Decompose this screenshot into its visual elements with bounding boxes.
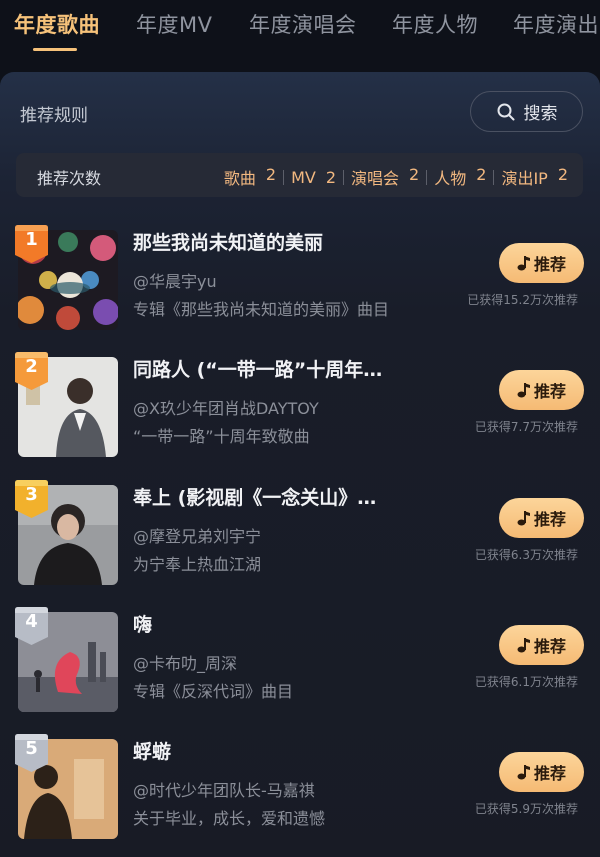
tab-annual-mv[interactable]: 年度MV — [136, 9, 212, 39]
recommend-rules-link[interactable]: 推荐规则 — [20, 101, 88, 126]
tab-annual-shows[interactable]: 年度演出 — [513, 9, 599, 39]
search-button-label: 搜索 — [523, 104, 558, 124]
recommend-button[interactable]: 推荐 — [499, 625, 584, 665]
count-value: 2 — [557, 165, 568, 184]
recommend-button-label: 推荐 — [533, 510, 566, 529]
recommend-count-list: 歌曲 2 MV 2 演唱会 2 人物 2 演出IP 2 — [224, 165, 568, 189]
recommend-button[interactable]: 推荐 — [499, 243, 584, 283]
music-note-icon — [517, 637, 531, 653]
count-value: 2 — [409, 165, 420, 184]
rank-badge: 1 — [15, 225, 48, 263]
song-artist[interactable]: @时代少年团队长-马嘉祺 — [133, 777, 315, 801]
recommend-count-bar: 推荐次数 歌曲 2 MV 2 演唱会 2 人物 2 演出IP 2 — [16, 153, 583, 197]
rank-number: 2 — [25, 356, 38, 377]
song-title[interactable]: 嗨 — [133, 610, 413, 637]
tab-bar: 年度歌曲 年度MV 年度演唱会 年度人物 年度演出 — [0, 0, 600, 60]
divider — [493, 169, 495, 185]
rank-badge: 4 — [15, 607, 48, 645]
rank-number: 1 — [25, 229, 38, 250]
rank-number: 5 — [25, 738, 38, 759]
song-description: 关于毕业，成长，爱和遗憾 — [133, 809, 326, 828]
song-row[interactable]: 4 嗨 @卡布叻_周深 专辑《反深代词》曲目 推荐 已获得6.1万次推荐 — [0, 607, 600, 724]
music-note-icon — [517, 764, 531, 780]
recommend-count: 已获得6.3万次推荐 — [474, 548, 578, 562]
divider — [283, 169, 285, 185]
song-row[interactable]: 2 同路人 (“一带一路”十周年… @X玖少年团肖战DAYTOY “一带一路”十… — [0, 352, 600, 469]
song-description: 专辑《反深代词》曲目 — [133, 682, 294, 701]
count-name: 演唱会 — [351, 169, 400, 188]
count-name: MV — [291, 167, 316, 187]
count-songs: 歌曲 2 — [224, 165, 276, 189]
rank-badge: 2 — [15, 352, 48, 390]
count-value: 2 — [325, 167, 337, 187]
tab-annual-concerts[interactable]: 年度演唱会 — [249, 9, 357, 39]
count-show-ip: 演出IP 2 — [501, 165, 568, 189]
search-icon — [496, 102, 516, 122]
song-artist[interactable]: @华晨宇yu — [133, 268, 217, 292]
count-name: 歌曲 — [223, 169, 256, 188]
active-tab-indicator — [33, 48, 77, 51]
song-title[interactable]: 奉上 (影视剧《一念关山》… — [133, 483, 413, 510]
count-value: 2 — [476, 165, 487, 184]
count-concerts: 演唱会 2 — [351, 165, 419, 189]
divider — [426, 169, 428, 185]
recommend-button[interactable]: 推荐 — [499, 752, 584, 792]
music-note-icon — [517, 255, 531, 271]
song-title[interactable]: 蜉蝣 — [133, 737, 413, 764]
recommend-button-label: 推荐 — [533, 637, 566, 656]
song-row[interactable]: 3 奉上 (影视剧《一念关山》… @摩登兄弟刘宇宁 为宁奉上热血江湖 推荐 已获… — [0, 480, 600, 597]
tab-annual-people[interactable]: 年度人物 — [392, 9, 478, 39]
song-artist[interactable]: @卡布叻_周深 — [133, 650, 237, 674]
divider — [343, 169, 345, 185]
song-row[interactable]: 5 蜉蝣 @时代少年团队长-马嘉祺 关于毕业，成长，爱和遗憾 推荐 已获得5.9… — [0, 734, 600, 851]
recommend-button[interactable]: 推荐 — [499, 498, 584, 538]
song-artist[interactable]: @摩登兄弟刘宇宁 — [133, 523, 261, 547]
song-description: 专辑《那些我尚未知道的美丽》曲目 — [133, 300, 390, 319]
count-name: 演出IP — [501, 169, 548, 188]
rank-badge: 5 — [15, 734, 48, 772]
music-note-icon — [517, 510, 531, 526]
song-description: 为宁奉上热血江湖 — [133, 555, 262, 574]
rank-number: 3 — [25, 484, 38, 505]
recommend-button-label: 推荐 — [533, 382, 566, 401]
recommend-count-label: 推荐次数 — [37, 169, 102, 188]
recommend-button[interactable]: 推荐 — [499, 370, 584, 410]
recommend-count: 已获得5.9万次推荐 — [474, 802, 578, 816]
count-mv: MV 2 — [291, 168, 336, 187]
song-description: “一带一路”十周年致敬曲 — [133, 427, 310, 446]
recommend-count: 已获得7.7万次推荐 — [474, 420, 578, 434]
recommend-button-label: 推荐 — [533, 764, 566, 783]
music-note-icon — [517, 382, 531, 398]
song-title[interactable]: 那些我尚未知道的美丽 — [133, 228, 413, 255]
count-people: 人物 2 — [434, 165, 486, 189]
recommend-count: 已获得15.2万次推荐 — [467, 293, 578, 307]
rank-badge: 3 — [15, 480, 48, 518]
rank-number: 4 — [25, 611, 38, 632]
song-title[interactable]: 同路人 (“一带一路”十周年… — [133, 355, 413, 382]
search-button[interactable]: 搜索 — [470, 91, 583, 132]
count-name: 人物 — [434, 169, 467, 188]
recommend-button-label: 推荐 — [533, 255, 566, 274]
count-value: 2 — [265, 165, 277, 184]
song-row[interactable]: 1 那些我尚未知道的美丽 @华晨宇yu 专辑《那些我尚未知道的美丽》曲目 推荐 … — [0, 225, 600, 342]
song-artist[interactable]: @X玖少年团肖战DAYTOY — [133, 395, 319, 419]
recommend-count: 已获得6.1万次推荐 — [474, 675, 578, 689]
tab-annual-songs[interactable]: 年度歌曲 — [14, 9, 100, 39]
